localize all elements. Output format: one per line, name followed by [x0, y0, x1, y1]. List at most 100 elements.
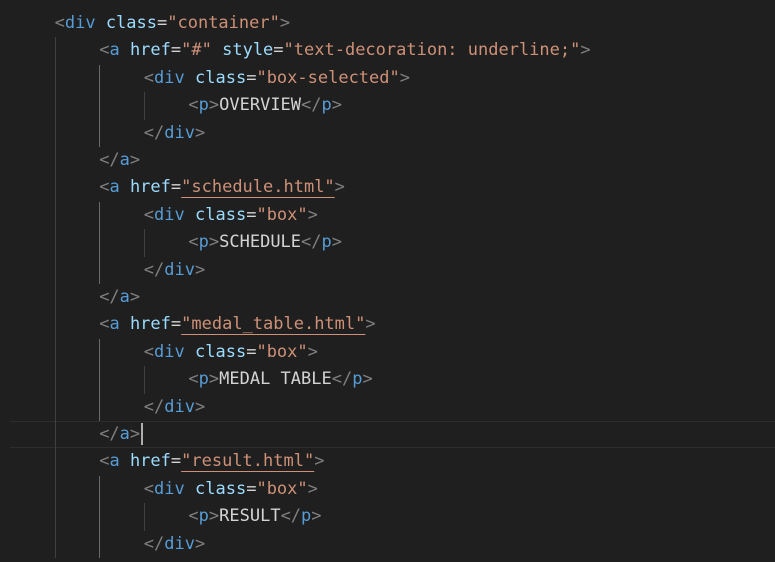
token-punct: >	[279, 13, 291, 33]
indent-guide	[143, 503, 145, 531]
code-line[interactable]: </div>	[0, 256, 775, 284]
token-punct: >	[580, 40, 591, 61]
code-text: <a href="#" style="text-decoration: unde…	[99, 37, 590, 64]
token-attr: href	[129, 177, 171, 198]
code-line[interactable]: <div class="box">	[0, 338, 775, 367]
token-attr: style	[222, 40, 274, 61]
code-line[interactable]: <p>RESULT</p>	[0, 503, 775, 531]
token-punct: >	[362, 369, 373, 390]
token-text: =	[157, 13, 168, 33]
token-punct: <	[143, 478, 155, 499]
token-val: "box"	[256, 478, 308, 499]
indent-guide	[99, 530, 101, 558]
token-attr: class	[195, 341, 247, 362]
code-line[interactable]: <div class="box-selected">	[0, 64, 775, 93]
indent-guide	[54, 119, 56, 147]
token-punct: >	[195, 533, 206, 554]
code-text: <p>OVERVIEW</p>	[188, 92, 342, 119]
code-line[interactable]: <div class="box">	[0, 201, 775, 230]
token-tag: p	[301, 506, 312, 527]
token-punct: >	[399, 67, 410, 88]
token-tag: div	[154, 478, 185, 499]
token-punct: <	[188, 369, 199, 390]
token-tag: a	[109, 314, 120, 335]
token-tag: a	[119, 287, 130, 307]
token-text: OVERVIEW	[219, 95, 302, 116]
code-text: </a>	[99, 284, 140, 311]
token-tag: p	[321, 95, 332, 116]
token-tag: p	[321, 232, 332, 253]
code-line[interactable]: <p>OVERVIEW</p>	[0, 92, 775, 120]
token-punct: </	[99, 150, 120, 170]
code-line[interactable]: <a href="result.html">	[0, 448, 775, 476]
code-editor[interactable]: <div class="container"> <a href="#" style…	[0, 0, 775, 562]
code-line[interactable]: </a>	[0, 147, 775, 175]
indent-guide	[54, 92, 56, 120]
token-punct: >	[307, 341, 318, 362]
indent-guide	[54, 475, 56, 504]
token-text: =	[170, 314, 182, 335]
code-line[interactable]: <a href="#" style="text-decoration: unde…	[0, 37, 775, 65]
token-punct: >	[129, 287, 141, 307]
token-tag: div	[164, 259, 195, 280]
code-text: <div class="box-selected">	[144, 65, 410, 92]
token-tag: p	[198, 369, 209, 390]
indent-guide	[54, 201, 56, 230]
token-tag: div	[64, 13, 96, 33]
code-text: </a>	[99, 421, 144, 448]
token-attr: class	[195, 67, 247, 88]
indent-guide	[99, 201, 101, 230]
code-text: <div class="box">	[144, 339, 318, 366]
token-tag: div	[164, 533, 195, 554]
code-line[interactable]: <a href="medal_table.html">	[0, 311, 775, 339]
token-punct: >	[208, 506, 220, 527]
token-text: =	[246, 341, 257, 362]
code-line[interactable]: <p>MEDAL TABLE</p>	[0, 366, 775, 394]
code-line[interactable]: </div>	[0, 119, 775, 147]
token-tag: a	[109, 177, 120, 198]
indent-guide	[54, 530, 56, 558]
code-line[interactable]: </div>	[0, 393, 775, 421]
token-text: SCHEDULE	[219, 232, 302, 253]
code-line[interactable]: </div>	[0, 530, 775, 558]
token-punct: </	[143, 122, 165, 143]
token-text: =	[246, 67, 257, 88]
indent-guide	[99, 256, 101, 284]
token-val: "schedule.html"	[181, 177, 335, 198]
code-line[interactable]: </a>	[0, 284, 775, 312]
code-line[interactable]: <div class="container">	[0, 10, 775, 37]
indent-guide	[99, 92, 101, 120]
token-punct: </	[99, 287, 120, 307]
token-attr: href	[129, 314, 171, 335]
code-line[interactable]: <p>SCHEDULE</p>	[0, 229, 775, 257]
token-punct: </	[143, 259, 165, 280]
code-line[interactable]: <div class="box">	[0, 475, 775, 504]
indent-guide	[54, 421, 56, 449]
indent-guide	[54, 448, 56, 476]
token-tag: div	[154, 204, 185, 225]
code-text: </div>	[144, 394, 205, 421]
indent-guide	[143, 92, 145, 120]
token-punct: <	[188, 232, 199, 253]
code-text: <a href="result.html">	[99, 448, 324, 475]
indent-guide	[143, 366, 145, 394]
indent-guide	[99, 338, 101, 367]
token-attr: class	[105, 13, 157, 33]
token-punct: </	[143, 396, 165, 417]
code-line[interactable]: <a href="schedule.html">	[0, 174, 775, 202]
code-line[interactable]: </a>	[0, 421, 775, 449]
token-punct: <	[143, 67, 155, 88]
token-attr: class	[195, 204, 247, 225]
code-text: </div>	[144, 257, 205, 284]
token-tag: div	[164, 396, 195, 417]
token-punct: </	[143, 533, 165, 554]
token-val: "result.html"	[181, 451, 315, 472]
token-val: "box-selected"	[256, 67, 400, 88]
indent-guide	[99, 229, 101, 257]
token-val: "#"	[181, 40, 212, 61]
